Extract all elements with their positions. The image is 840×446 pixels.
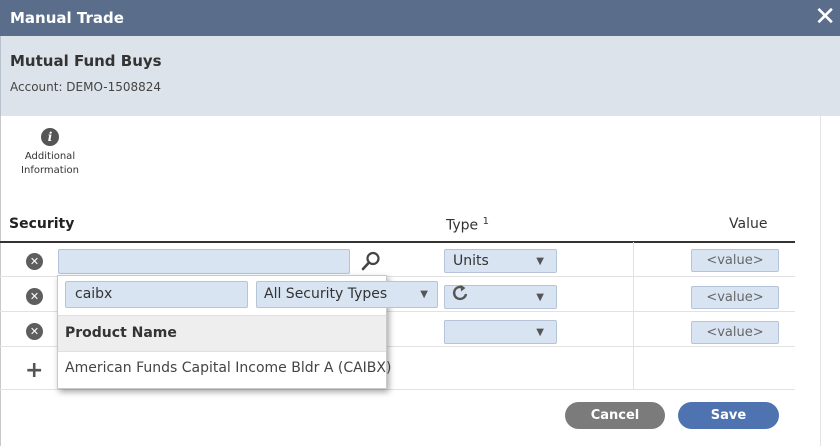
results-header: Product Name — [58, 315, 386, 352]
page-title: Mutual Fund Buys — [10, 52, 162, 70]
remove-row-icon[interactable]: ✕ — [26, 288, 43, 305]
security-type-value: All Security Types — [264, 286, 388, 302]
column-divider — [633, 242, 634, 390]
chevron-down-icon: ▼ — [420, 289, 428, 300]
column-header-value: Value — [729, 216, 768, 232]
remove-row-icon[interactable]: ✕ — [26, 323, 43, 340]
chevron-down-icon: ▼ — [536, 292, 544, 303]
value-input[interactable]: <value> — [691, 249, 779, 272]
account-label: Account: DEMO-1508824 — [10, 80, 162, 94]
remove-row-icon[interactable]: ✕ — [26, 253, 43, 270]
save-button[interactable]: Save — [678, 402, 779, 429]
refresh-icon[interactable] — [451, 283, 471, 303]
additional-information-label: Additional Information — [10, 150, 90, 178]
info-label-line1: Additional — [24, 151, 76, 162]
product-name-header: Product Name — [65, 325, 177, 341]
additional-information-button[interactable]: i Additional Information — [10, 128, 90, 178]
type-select[interactable]: Units ▼ — [444, 249, 557, 273]
column-header-type: Type 1 — [446, 216, 489, 234]
add-row-icon[interactable]: + — [25, 360, 43, 382]
value-input[interactable]: <value> — [691, 286, 779, 309]
info-label-line2: Information — [21, 165, 79, 176]
column-type-label: Type — [446, 217, 479, 234]
chevron-down-icon: ▼ — [536, 327, 544, 338]
footnote-marker: 1 — [482, 216, 489, 227]
dialog-header: Mutual Fund Buys Account: DEMO-1508824 — [0, 36, 840, 116]
column-header-security: Security — [9, 216, 75, 232]
security-input[interactable] — [58, 249, 350, 274]
security-search-popup: caibx All Security Types ▼ Product Name … — [57, 275, 468, 389]
info-icon: i — [41, 128, 59, 146]
search-result-item[interactable]: American Funds Capital Income Bldr A (CA… — [65, 360, 391, 376]
security-type-select[interactable]: All Security Types ▼ — [256, 281, 438, 308]
type-select-value: Units — [453, 253, 489, 269]
security-search-input[interactable]: caibx — [65, 281, 248, 308]
value-input[interactable]: <value> — [691, 321, 779, 344]
close-icon[interactable]: ✕ — [814, 2, 836, 32]
cancel-button[interactable]: Cancel — [565, 402, 665, 429]
dialog-titlebar: Manual Trade ✕ — [0, 0, 840, 36]
search-icon[interactable] — [360, 250, 382, 272]
type-select[interactable]: ▼ — [444, 320, 557, 344]
chevron-down-icon: ▼ — [536, 256, 544, 267]
dialog-title: Manual Trade — [10, 9, 124, 27]
right-border — [820, 116, 821, 446]
